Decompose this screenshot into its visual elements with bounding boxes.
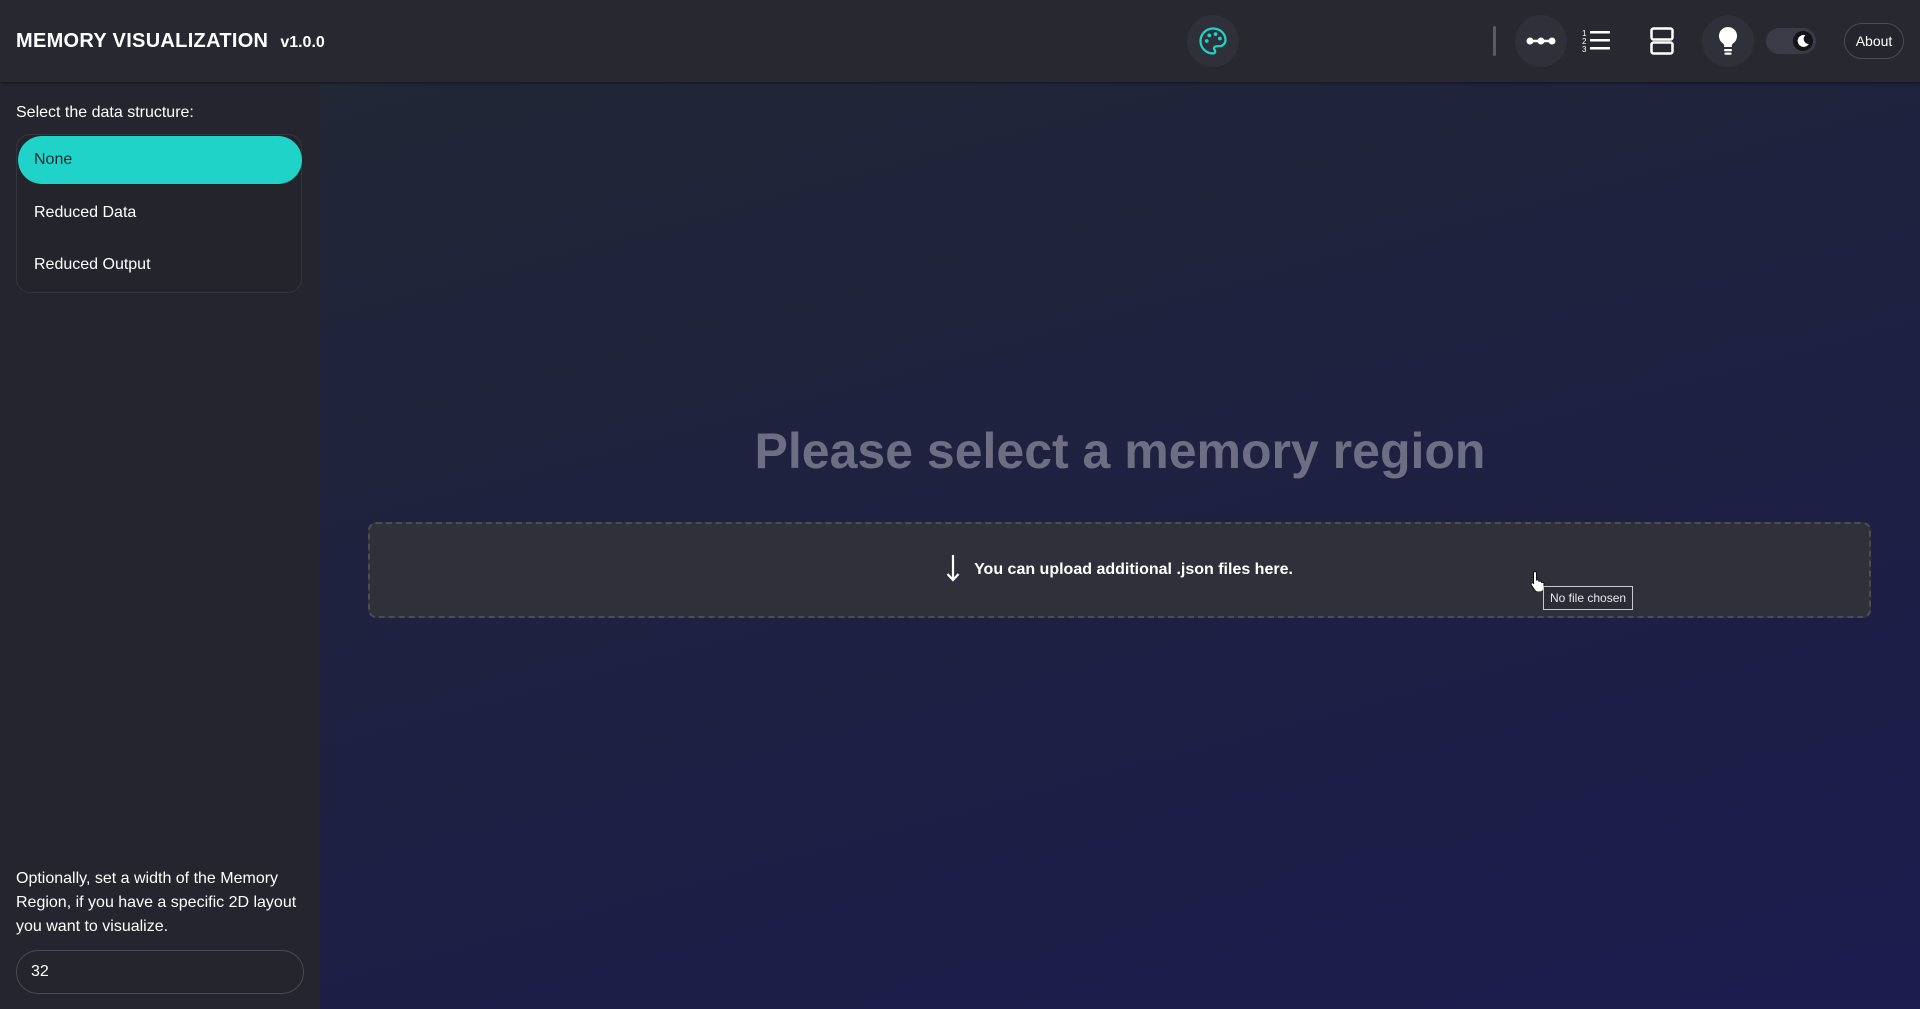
svg-text:3: 3: [1582, 45, 1587, 54]
top-bar: MEMORY VISUALIZATION v1.0.0 1 2 3 About: [0, 0, 1920, 82]
rows-layout-button[interactable]: [1636, 15, 1688, 67]
data-structure-option-reduced-output[interactable]: Reduced Output: [18, 241, 302, 289]
palette-button[interactable]: [1187, 15, 1239, 67]
app-version: v1.0.0: [280, 33, 325, 51]
upload-content: You can upload additional .json files he…: [946, 554, 1293, 587]
app-title: MEMORY VISUALIZATION: [16, 29, 269, 52]
page-title: Please select a memory region: [754, 423, 1486, 479]
file-upload-dropzone[interactable]: You can upload additional .json files he…: [368, 522, 1871, 618]
data-structure-option-reduced-data[interactable]: Reduced Data: [18, 189, 302, 237]
upload-hint-text: You can upload additional .json files he…: [974, 561, 1293, 578]
lightbulb-icon: [1717, 26, 1739, 56]
theme-toggle[interactable]: [1766, 28, 1816, 54]
palette-icon: [1198, 26, 1228, 56]
file-input-tooltip: No file chosen: [1543, 586, 1634, 610]
rows-layout-icon: [1650, 27, 1674, 55]
width-help-text: Optionally, set a width of the Memory Re…: [16, 870, 297, 935]
linked-nodes-icon: [1526, 34, 1556, 48]
hints-button[interactable]: [1702, 15, 1754, 67]
memory-width-input[interactable]: [16, 950, 304, 994]
main-area: Please select a memory region You can up…: [320, 82, 1920, 1009]
data-structure-label: Select the data structure:: [16, 104, 194, 121]
data-structure-option-none[interactable]: None: [18, 136, 302, 184]
list-view-button[interactable]: 1 2 3: [1570, 15, 1622, 67]
linked-list-view-button[interactable]: [1515, 15, 1567, 67]
toggle-knob: [1793, 31, 1813, 51]
arrow-down-icon: [946, 554, 960, 587]
about-button[interactable]: About: [1844, 23, 1904, 59]
numbered-list-icon: 1 2 3: [1582, 28, 1610, 54]
moon-icon: [1796, 34, 1810, 48]
toolbar-divider: [1493, 26, 1496, 56]
data-structure-list: None Reduced Data Reduced Output: [16, 134, 302, 293]
brand: MEMORY VISUALIZATION v1.0.0: [16, 30, 325, 53]
sidebar: Select the data structure: None Reduced …: [0, 82, 320, 1009]
